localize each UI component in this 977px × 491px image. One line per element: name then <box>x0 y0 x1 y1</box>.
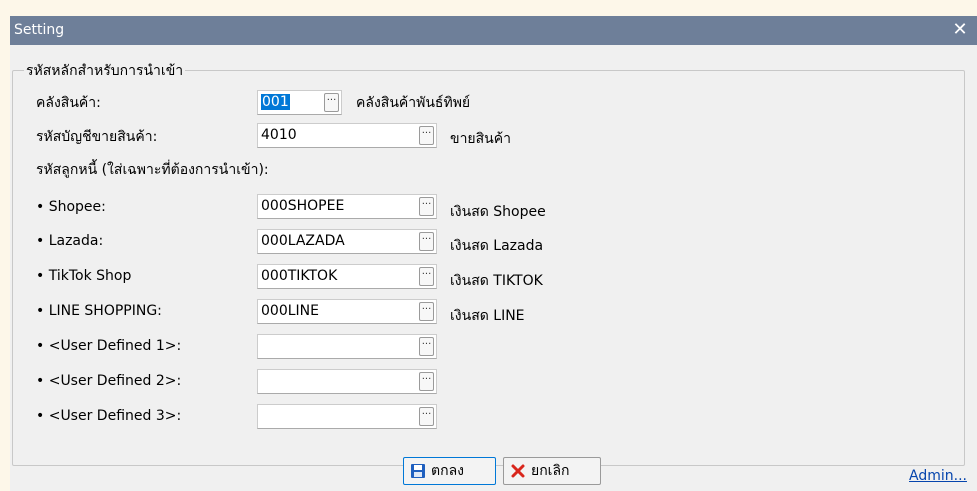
debtor-field-user3[interactable]: ··· <box>257 404 437 429</box>
warehouse-label: คลังสินค้า: <box>36 95 101 111</box>
debtor-field-user2[interactable]: ··· <box>257 369 437 394</box>
debtor-browse-button[interactable]: ··· <box>419 337 434 356</box>
debtor-description-tiktok: เงินสด TIKTOK <box>450 273 543 289</box>
debtor-value: 000LAZADA <box>261 233 345 249</box>
cancel-button[interactable]: ยกเลิก <box>503 457 601 485</box>
sales-account-label: รหัสบัญชีขายสินค้า: <box>36 129 158 145</box>
debtor-label-user2: • <User Defined 2>: <box>36 373 182 389</box>
debtor-section-label: รหัสลูกหนี้ (ใส่เฉพาะที่ต้องการนำเข้า): <box>36 162 269 178</box>
debtor-label-user3: • <User Defined 3>: <box>36 408 182 424</box>
debtor-description-lazada: เงินสด Lazada <box>450 238 544 254</box>
debtor-label-tiktok: • TikTok Shop <box>36 268 132 284</box>
close-icon[interactable]: ✕ <box>949 19 971 41</box>
title-bar[interactable]: Setting ✕ <box>10 16 977 45</box>
warehouse-field[interactable]: 001 ··· <box>257 90 342 115</box>
debtor-field-tiktok[interactable]: 000TIKTOK ··· <box>257 264 437 289</box>
debtor-field-shopee[interactable]: 000SHOPEE ··· <box>257 194 437 219</box>
debtor-description-line: เงินสด LINE <box>450 308 525 324</box>
setting-dialog: Setting ✕ รหัสหลักสำหรับการนำเข้า คลังสิ… <box>10 16 977 491</box>
cancel-button-label: ยกเลิก <box>531 463 570 479</box>
sales-account-field[interactable]: 4010 ··· <box>257 123 437 148</box>
ok-button-label: ตกลง <box>431 463 464 479</box>
debtor-browse-button[interactable]: ··· <box>419 197 434 216</box>
debtor-browse-button[interactable]: ··· <box>419 232 434 251</box>
debtor-field-lazada[interactable]: 000LAZADA ··· <box>257 229 437 254</box>
warehouse-browse-button[interactable]: ··· <box>324 93 339 112</box>
sales-account-description: ขายสินค้า <box>450 131 511 147</box>
admin-link[interactable]: Admin... <box>909 468 967 484</box>
debtor-browse-button[interactable]: ··· <box>419 407 434 426</box>
debtor-field-line[interactable]: 000LINE ··· <box>257 299 437 324</box>
debtor-label-lazada: • Lazada: <box>36 233 104 249</box>
debtor-description-shopee: เงินสด Shopee <box>450 204 546 220</box>
ok-button[interactable]: ตกลง <box>403 457 496 485</box>
group-legend: รหัสหลักสำหรับการนำเข้า <box>24 60 186 82</box>
debtor-value: 000LINE <box>261 303 319 319</box>
sales-account-value: 4010 <box>261 127 297 143</box>
debtor-field-user1[interactable]: ··· <box>257 334 437 359</box>
debtor-browse-button[interactable]: ··· <box>419 372 434 391</box>
warehouse-description: คลังสินค้าพันธ์ทิพย์ <box>356 95 471 111</box>
window-title: Setting <box>14 22 65 38</box>
debtor-label-user1: • <User Defined 1>: <box>36 338 182 354</box>
debtor-browse-button[interactable]: ··· <box>419 302 434 321</box>
debtor-label-line: • LINE SHOPPING: <box>36 303 162 319</box>
x-icon <box>511 464 525 478</box>
sales-account-browse-button[interactable]: ··· <box>419 126 434 145</box>
debtor-value: 000TIKTOK <box>261 268 338 284</box>
debtor-browse-button[interactable]: ··· <box>419 267 434 286</box>
debtor-label-shopee: • Shopee: <box>36 199 106 215</box>
save-icon <box>411 464 425 478</box>
debtor-value: 000SHOPEE <box>261 198 345 214</box>
warehouse-value: 001 <box>261 94 290 110</box>
